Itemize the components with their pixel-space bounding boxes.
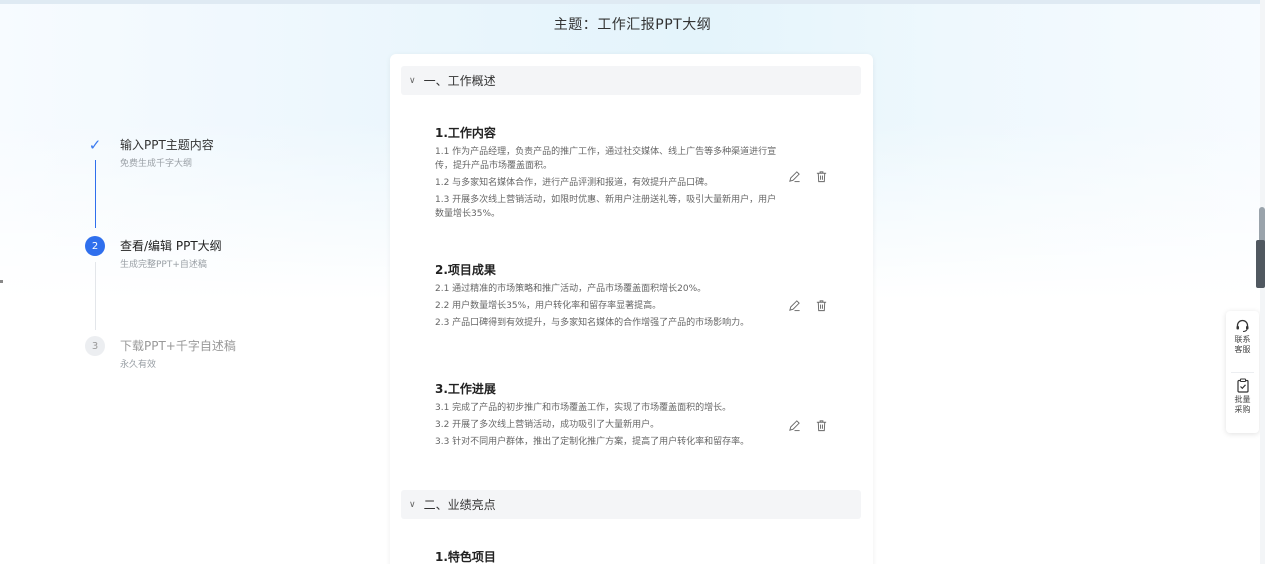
item-tools bbox=[787, 298, 828, 312]
bulk-purchase-button[interactable]: 批量采购 bbox=[1226, 378, 1259, 415]
item-line: 3.3 针对不同用户群体，推出了定制化推广方案，提高了用户转化率和留存率。 bbox=[435, 437, 750, 447]
edit-icon[interactable] bbox=[787, 298, 801, 312]
step-title: 输入PPT主题内容 bbox=[120, 138, 214, 152]
page-title: 主题：工作汇报PPT大纲 bbox=[553, 17, 712, 33]
trash-icon[interactable] bbox=[814, 418, 828, 432]
step-subtitle: 永久有效 bbox=[120, 360, 157, 370]
step-number-badge: 2 bbox=[85, 236, 105, 256]
clipboard-check-icon bbox=[1236, 378, 1249, 393]
contact-support-label: 联系客服 bbox=[1234, 335, 1251, 354]
edit-icon[interactable] bbox=[787, 169, 801, 183]
top-border bbox=[0, 0, 1265, 4]
item-line: 2.3 产品口碑得到有效提升，与多家知名媒体的合作增强了产品的市场影响力。 bbox=[435, 318, 750, 328]
item-line: 2.1 通过精准的市场策略和推广活动，产品市场覆盖面积增长20%。 bbox=[435, 284, 707, 294]
item-tools bbox=[787, 418, 828, 432]
step-title: 查看/编辑 PPT大纲 bbox=[120, 239, 222, 253]
step-number-badge: 3 bbox=[85, 336, 105, 356]
divider bbox=[1231, 372, 1254, 373]
item-line: 1.2 与多家知名媒体合作，进行产品评测和报道，有效提升产品口碑。 bbox=[435, 178, 714, 188]
trash-icon[interactable] bbox=[814, 169, 828, 183]
step-connector-todo bbox=[95, 262, 96, 330]
item-title: 3.工作进展 bbox=[435, 382, 496, 396]
item-line: 3.1 完成了产品的初步推广和市场覆盖工作，实现了市场覆盖面积的增长。 bbox=[435, 403, 732, 413]
item-tools bbox=[787, 169, 828, 183]
item-line: 2.2 用户数量增长35%，用户转化率和留存率显著提高。 bbox=[435, 301, 662, 311]
outline-item[interactable]: 2.项目成果 2.1 通过精准的市场策略和推广活动，产品市场覆盖面积增长20%。… bbox=[435, 261, 780, 333]
step-subtitle: 生成完整PPT+自述稿 bbox=[120, 260, 207, 270]
floating-action-panel: 联系客服 批量采购 bbox=[1226, 311, 1259, 433]
section-title: 一、工作概述 bbox=[423, 74, 496, 88]
check-icon: ✓ bbox=[88, 136, 102, 154]
headset-icon bbox=[1236, 319, 1249, 332]
step-connector-done bbox=[95, 160, 96, 228]
section-title: 二、业绩亮点 bbox=[423, 498, 496, 512]
outline-item[interactable]: 1.工作内容 1.1 作为产品经理，负责产品的推广工作，通过社交媒体、线上广告等… bbox=[435, 124, 780, 224]
step-title: 下载PPT+千字自述稿 bbox=[120, 339, 236, 353]
chevron-down-icon: ∨ bbox=[409, 499, 416, 510]
step-subtitle: 免费生成千字大纲 bbox=[120, 159, 193, 169]
left-edge-mark bbox=[0, 280, 3, 283]
section-header[interactable]: ∨ 一、工作概述 bbox=[401, 66, 861, 95]
outline-card: ∨ 一、工作概述 1.工作内容 1.1 作为产品经理，负责产品的推广工作，通过社… bbox=[390, 54, 873, 564]
item-line: 1.3 开展多次线上营销活动，如限时优惠、新用户注册送礼等，吸引大量新用户，用户… bbox=[435, 195, 777, 219]
side-handle[interactable] bbox=[1256, 240, 1265, 288]
item-line: 3.2 开展了多次线上营销活动，成功吸引了大量新用户。 bbox=[435, 420, 660, 430]
chevron-down-icon: ∨ bbox=[409, 75, 416, 86]
contact-support-button[interactable]: 联系客服 bbox=[1226, 319, 1259, 355]
item-title: 2.项目成果 bbox=[435, 263, 496, 277]
item-title: 1.特色项目 bbox=[435, 550, 496, 564]
outline-item[interactable]: 3.工作进展 3.1 完成了产品的初步推广和市场覆盖工作，实现了市场覆盖面积的增… bbox=[435, 380, 780, 452]
bulk-purchase-label: 批量采购 bbox=[1234, 395, 1251, 414]
section-header[interactable]: ∨ 二、业绩亮点 bbox=[401, 490, 861, 519]
trash-icon[interactable] bbox=[814, 298, 828, 312]
item-title: 1.工作内容 bbox=[435, 126, 496, 140]
edit-icon[interactable] bbox=[787, 418, 801, 432]
item-line: 1.1 作为产品经理，负责产品的推广工作，通过社交媒体、线上广告等多种渠道进行宣… bbox=[435, 147, 777, 171]
outline-item[interactable]: 1.特色项目 bbox=[435, 548, 780, 564]
